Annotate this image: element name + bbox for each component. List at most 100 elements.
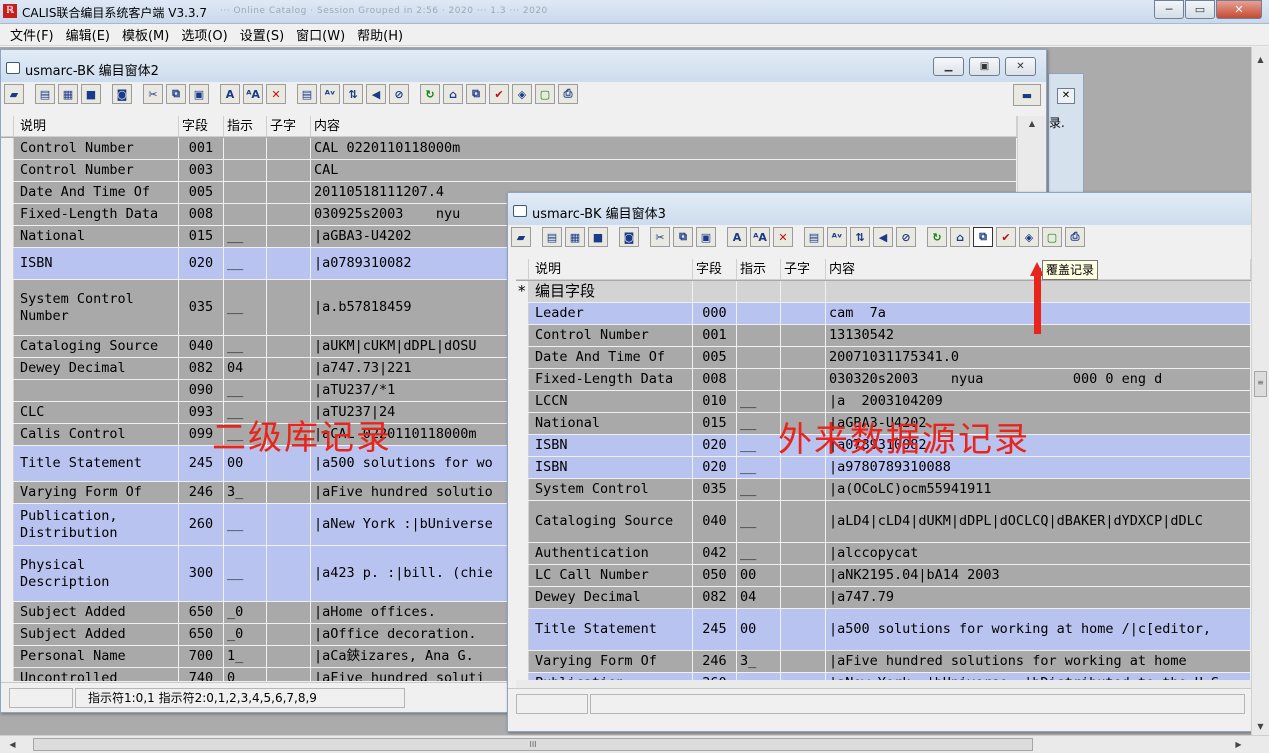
field-subfield[interactable]	[267, 482, 311, 503]
cut-icon[interactable]: ✂	[650, 227, 670, 247]
field-tag[interactable]: 008	[693, 369, 737, 390]
save-icon[interactable]: ■	[81, 84, 101, 104]
export-icon[interactable]: ▦	[58, 84, 78, 104]
main-hscroll[interactable]: ◀ III ▶	[0, 735, 1269, 753]
field-subfield[interactable]	[267, 138, 311, 159]
table-row[interactable]: Control Number 001 13130542	[516, 325, 1251, 347]
field-description[interactable]: Fixed-Length Data	[17, 204, 179, 225]
field-description[interactable]: Varying Form Of	[532, 651, 693, 672]
align-icon[interactable]: ◀	[366, 84, 386, 104]
field-subfield[interactable]	[781, 369, 826, 390]
window3-hscroll[interactable]	[516, 680, 1251, 688]
field-description[interactable]: Publication, Distribution	[17, 504, 179, 545]
field-subfield[interactable]	[267, 248, 311, 279]
field-description[interactable]: Date And Time Of	[17, 182, 179, 203]
menu-edit[interactable]: 编辑(E)	[60, 25, 116, 44]
hscroll-thumb[interactable]: III	[33, 738, 1033, 751]
field-subfield[interactable]	[267, 646, 311, 667]
field-description[interactable]: Uncontrolled	[17, 668, 179, 681]
field-tag[interactable]: 020	[693, 457, 737, 478]
align-icon[interactable]: ◀	[873, 227, 893, 247]
field-indicator[interactable]	[737, 369, 781, 390]
table-row[interactable]: LCCN 010 __ |a 2003104209	[516, 391, 1251, 413]
link-icon[interactable]: ⊘	[896, 227, 916, 247]
field-indicator[interactable]	[737, 303, 781, 324]
field-subfield[interactable]	[781, 479, 826, 500]
field-indicator[interactable]: __	[224, 380, 267, 401]
export-icon[interactable]: ▦	[565, 227, 585, 247]
field-subfield[interactable]	[781, 651, 826, 672]
window2-close-button[interactable]: ✕	[1005, 57, 1036, 76]
field-content[interactable]: |a747.79	[826, 587, 1251, 608]
field-tag[interactable]: 090	[179, 380, 224, 401]
field-subfield[interactable]	[267, 624, 311, 645]
field-indicator[interactable]: __	[224, 248, 267, 279]
field-tag[interactable]: 000	[693, 303, 737, 324]
field-indicator[interactable]	[224, 204, 267, 225]
spell-check-icon[interactable]: ᴬᵛ	[320, 84, 340, 104]
sort-icon[interactable]: ⇅	[343, 84, 363, 104]
field-indicator[interactable]: __	[737, 673, 781, 680]
field-indicator[interactable]	[224, 182, 267, 203]
field-content[interactable]: |a(OCoLC)ocm55941911	[826, 479, 1251, 500]
field-subfield[interactable]	[267, 668, 311, 681]
cut-icon[interactable]: ✂	[143, 84, 163, 104]
field-description[interactable]: Dewey Decimal	[532, 587, 693, 608]
table-row[interactable]: LC Call Number 050 00 |aNK2195.04|bA14 2003	[516, 565, 1251, 587]
field-indicator[interactable]: __	[737, 413, 781, 434]
copy-icon[interactable]: ⧉	[166, 84, 186, 104]
table-icon[interactable]: ▤	[297, 84, 317, 104]
field-description[interactable]: Authentication	[532, 543, 693, 564]
spell-check-icon[interactable]: ᴬᵛ	[827, 227, 847, 247]
field-subfield[interactable]	[267, 160, 311, 181]
menu-file[interactable]: 文件(F)	[4, 25, 60, 44]
field-description[interactable]: Control Number	[532, 325, 693, 346]
field-description[interactable]: Cataloging Source	[532, 501, 693, 542]
field-subfield[interactable]	[781, 281, 826, 302]
check-icon[interactable]: ✔	[489, 84, 509, 104]
field-description[interactable]: National	[532, 413, 693, 434]
new-icon[interactable]: ▢	[535, 84, 555, 104]
paste-icon[interactable]: ▣	[696, 227, 716, 247]
field-indicator[interactable]: 04	[224, 358, 267, 379]
field-subfield[interactable]	[781, 501, 826, 542]
open-icon[interactable]: ▰	[4, 84, 24, 104]
field-indicator[interactable]: __	[224, 546, 267, 601]
field-description[interactable]: Date And Time Of	[532, 347, 693, 368]
field-indicator[interactable]: __	[737, 457, 781, 478]
close-button[interactable]: ✕	[1216, 0, 1262, 19]
field-description[interactable]: Dewey Decimal	[17, 358, 179, 379]
field-indicator[interactable]: 1_	[224, 646, 267, 667]
print-preview-icon[interactable]: ◙	[112, 84, 132, 104]
field-subfield[interactable]	[267, 182, 311, 203]
field-tag[interactable]: 005	[179, 182, 224, 203]
field-indicator[interactable]: __	[224, 336, 267, 357]
validate-icon[interactable]: ◈	[1019, 227, 1039, 247]
overwrite-record-icon[interactable]: ⧉	[466, 84, 486, 104]
field-indicator[interactable]: 3_	[224, 482, 267, 503]
field-description[interactable]: Control Number	[17, 160, 179, 181]
field-indicator[interactable]: __	[737, 543, 781, 564]
main-vscroll[interactable]: ▲ ≡ ▼	[1251, 47, 1269, 735]
col-header-desc[interactable]: 说明	[17, 116, 179, 136]
field-subfield[interactable]	[781, 303, 826, 324]
col-header-ind[interactable]: 指示	[224, 116, 267, 136]
menu-window[interactable]: 窗口(W)	[290, 25, 351, 44]
table-row[interactable]: Varying Form Of 246 3_ |aFive hundred solut…	[516, 651, 1251, 673]
save-icon[interactable]: ■	[588, 227, 608, 247]
field-tag[interactable]: 700	[179, 646, 224, 667]
field-description[interactable]: ISBN	[532, 435, 693, 456]
field-description[interactable]: LCCN	[532, 391, 693, 412]
table-row[interactable]: System Control 035 __ |a(OCoLC)ocm55941911	[516, 479, 1251, 501]
table-row[interactable]: Control Number 001 CAL 0220110118000m	[1, 138, 1017, 160]
field-description[interactable]: Personal Name	[17, 646, 179, 667]
field-indicator[interactable]: 0_	[224, 668, 267, 681]
field-description[interactable]: System Control Number	[17, 280, 179, 335]
field-content[interactable]: CAL 0220110118000m	[311, 138, 1017, 159]
table-row[interactable]: Date And Time Of 005 20071031175341.0	[516, 347, 1251, 369]
table-row[interactable]: Fixed-Length Data 008 030320s2003 nyua 000…	[516, 369, 1251, 391]
field-content[interactable]: |a 2003104209	[826, 391, 1251, 412]
field-indicator[interactable]: 3_	[737, 651, 781, 672]
field-indicator[interactable]: __	[737, 501, 781, 542]
field-content[interactable]: |aFive hundred solutions for working at …	[826, 651, 1251, 672]
